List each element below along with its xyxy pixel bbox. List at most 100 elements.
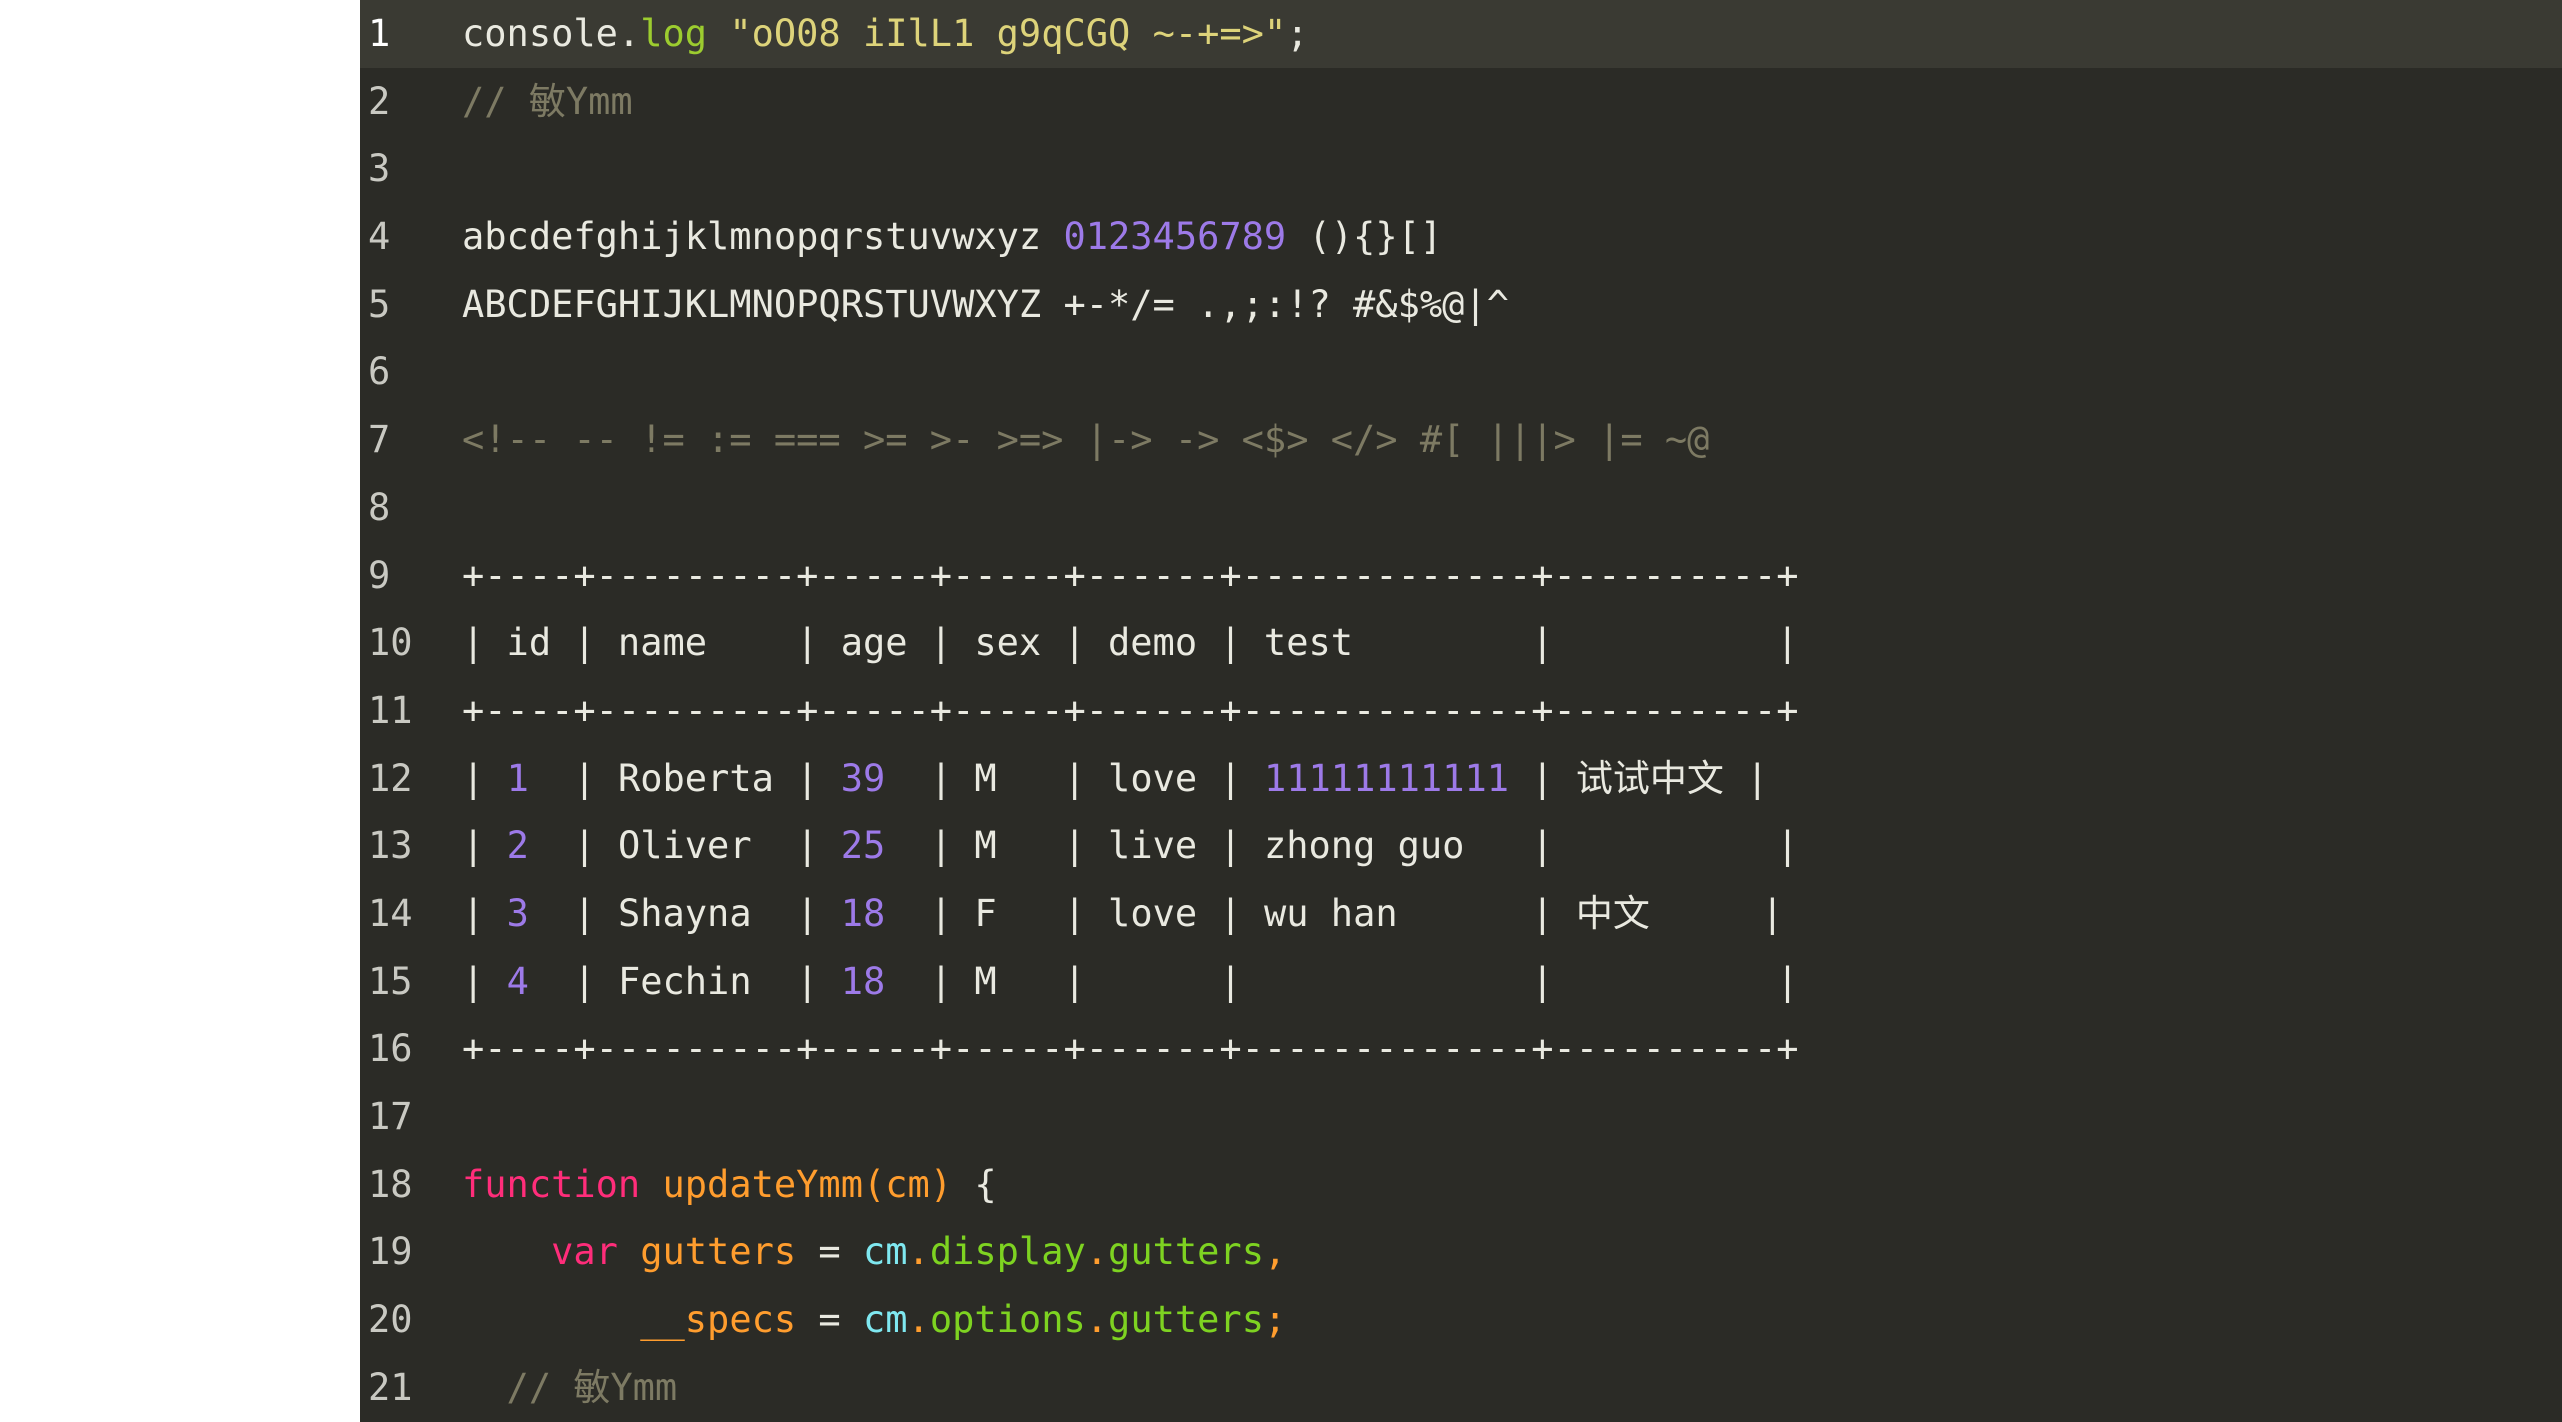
token-comment: // 敏Ymm xyxy=(462,1365,678,1409)
token-punct: ; xyxy=(1286,12,1309,55)
token-plain: | Shayna | xyxy=(528,891,841,935)
code-line[interactable]: 10 | id | name | age | sex | demo | test … xyxy=(360,609,2562,677)
line-number: 17 xyxy=(368,1095,413,1138)
token-ident: ) xyxy=(929,1162,953,1206)
token-fn: log xyxy=(640,12,708,55)
token-varcyan: cm xyxy=(862,1230,908,1274)
token-plain: +----+---------+-----+-----+------+-----… xyxy=(462,1027,1799,1071)
code-line[interactable]: 12 | 1 | Roberta | 39 | M | love | 111111… xyxy=(360,745,2562,813)
token-op: = xyxy=(796,1230,863,1274)
token-number: 4 xyxy=(506,959,529,1003)
code-line[interactable]: 19 var gutters = cm.display.gutters, xyxy=(360,1218,2562,1286)
code-line-content[interactable]: | id | name | age | sex | demo | test | … xyxy=(448,609,2562,677)
code-line[interactable]: 9 +----+---------+-----+-----+------+----… xyxy=(360,542,2562,610)
line-number: 7 xyxy=(368,418,391,462)
line-number: 14 xyxy=(368,891,413,935)
token-number: 1 xyxy=(506,756,529,800)
code-line[interactable]: 5 ABCDEFGHIJKLMNOPQRSTUVWXYZ +-*/= .,;:!?… xyxy=(360,271,2562,339)
code-line-content[interactable]: | 1 | Roberta | 39 | M | love | 11111111… xyxy=(448,745,2562,813)
token-comment: // 敏Ymm xyxy=(462,79,633,123)
line-number: 16 xyxy=(368,1027,413,1071)
code-line[interactable]: 13 | 2 | Oliver | 25 | M | live | zhong g… xyxy=(360,812,2562,880)
code-line[interactable]: 17 xyxy=(360,1083,2562,1151)
token-plain: | id | name | age | sex | demo | test | … xyxy=(462,621,1799,665)
code-line-content[interactable]: | 3 | Shayna | 18 | F | love | wu han | … xyxy=(448,880,2562,948)
code-line-content[interactable]: // 敏Ymm xyxy=(448,68,2562,136)
code-line-content[interactable]: ABCDEFGHIJKLMNOPQRSTUVWXYZ +-*/= .,;:!? … xyxy=(448,271,2562,339)
line-number: 20 xyxy=(368,1298,413,1342)
code-line[interactable]: 14 | 3 | Shayna | 18 | F | love | wu han … xyxy=(360,880,2562,948)
token-ident: updateYmm xyxy=(662,1162,863,1206)
code-line-content[interactable]: <!-- -- != := === >= >- >=> |-> -> <$> <… xyxy=(448,406,2562,474)
code-line-content[interactable]: __specs = cm.options.gutters; xyxy=(448,1286,2562,1354)
code-line[interactable]: 18 function updateYmm(cm) { xyxy=(360,1151,2562,1219)
token-keyword: function xyxy=(462,1162,641,1206)
token-plain: | Oliver | xyxy=(528,824,841,868)
token-ident: gutters xyxy=(640,1230,797,1274)
token-plain: | xyxy=(462,824,507,868)
code-line-content[interactable]: +----+---------+-----+-----+------+-----… xyxy=(448,542,2562,610)
line-number: 3 xyxy=(368,147,391,191)
token-plain: | xyxy=(462,891,507,935)
token-plain: | 试试中文 | xyxy=(1509,756,1769,800)
line-number: 9 xyxy=(368,553,391,597)
code-line-content[interactable]: +----+---------+-----+-----+------+-----… xyxy=(448,1015,2562,1083)
line-number: 8 xyxy=(368,485,391,529)
code-line-content[interactable]: abcdefghijklmnopqrstuvwxyz 0123456789 ()… xyxy=(448,203,2562,271)
token-ident: ; xyxy=(1263,1298,1287,1342)
code-line[interactable]: 4 abcdefghijklmnopqrstuvwxyz 0123456789 (… xyxy=(360,203,2562,271)
token-plain: | F | love | wu han | 中文 | xyxy=(885,891,1784,935)
code-line[interactable]: 21 // 敏Ymm xyxy=(360,1354,2562,1422)
token-ident: , xyxy=(1263,1230,1287,1274)
code-line[interactable]: 1 console.log "oO08 iIlL1 g9qCGQ ~-+=>"; xyxy=(360,0,2562,68)
code-line[interactable]: 2 // 敏Ymm xyxy=(360,68,2562,136)
token-lig: <!-- -- != := === >= >- >=> |-> -> <$> <… xyxy=(462,418,1710,462)
token-ident: __specs xyxy=(640,1298,797,1342)
code-editor[interactable]: 1 console.log "oO08 iIlL1 g9qCGQ ~-+=>"; 2… xyxy=(360,0,2562,1422)
token-string: "oO08 iIlL1 g9qCGQ ~-+=>" xyxy=(729,12,1287,55)
token-plain: | M | live | zhong guo | | xyxy=(885,824,1799,868)
token-prop: display xyxy=(929,1230,1086,1274)
token-plain: | M | | | | xyxy=(885,959,1799,1003)
code-line[interactable]: 7 <!-- -- != := === >= >- >=> |-> -> <$> … xyxy=(360,406,2562,474)
token-plain: +----+---------+-----+-----+------+-----… xyxy=(462,553,1799,597)
line-number: 13 xyxy=(368,824,413,868)
token-number: 39 xyxy=(840,756,886,800)
token-plain: (){}[] xyxy=(1286,215,1443,259)
token-prop: gutters xyxy=(1108,1230,1264,1274)
token-plain: +----+---------+-----+-----+------+-----… xyxy=(462,688,1799,732)
token-number: 0123456789 xyxy=(1063,215,1287,259)
code-line[interactable]: 3 xyxy=(360,135,2562,203)
token-plain: | xyxy=(462,959,507,1003)
code-line-content[interactable]: console.log "oO08 iIlL1 g9qCGQ ~-+=>"; xyxy=(448,0,2562,68)
line-number: 15 xyxy=(368,959,413,1003)
code-line-content[interactable]: function updateYmm(cm) { xyxy=(448,1151,2562,1219)
code-line-content[interactable]: var gutters = cm.display.gutters, xyxy=(448,1218,2562,1286)
code-line[interactable]: 15 | 4 | Fechin | 18 | M | | | | xyxy=(360,948,2562,1016)
token-plain: | Roberta | xyxy=(528,756,841,800)
line-number: 19 xyxy=(368,1230,413,1274)
code-line[interactable]: 16 +----+---------+-----+-----+------+---… xyxy=(360,1015,2562,1083)
code-line[interactable]: 20 __specs = cm.options.gutters; xyxy=(360,1286,2562,1354)
line-number: 11 xyxy=(368,688,413,732)
code-line[interactable]: 6 xyxy=(360,338,2562,406)
token-plain: abcdefghijklmnopqrstuvwxyz xyxy=(462,215,1064,259)
code-line-content[interactable]: // 敏Ymm xyxy=(448,1354,2562,1422)
code-line[interactable]: 8 xyxy=(360,474,2562,542)
line-number: 1 xyxy=(368,12,391,55)
code-line-content[interactable]: | 2 | Oliver | 25 | M | live | zhong guo… xyxy=(448,812,2562,880)
line-number: 10 xyxy=(368,621,413,665)
token-prop: gutters xyxy=(1108,1298,1264,1342)
code-line-content[interactable]: +----+---------+-----+-----+------+-----… xyxy=(448,677,2562,745)
token-ident: . xyxy=(907,1230,930,1274)
code-line[interactable]: 11 +----+---------+-----+-----+------+---… xyxy=(360,677,2562,745)
line-number: 4 xyxy=(368,215,391,259)
code-line-content[interactable]: | 4 | Fechin | 18 | M | | | | xyxy=(448,948,2562,1016)
token-plain: | M | love | xyxy=(885,756,1264,800)
token-plain: | Fechin | xyxy=(528,959,841,1003)
